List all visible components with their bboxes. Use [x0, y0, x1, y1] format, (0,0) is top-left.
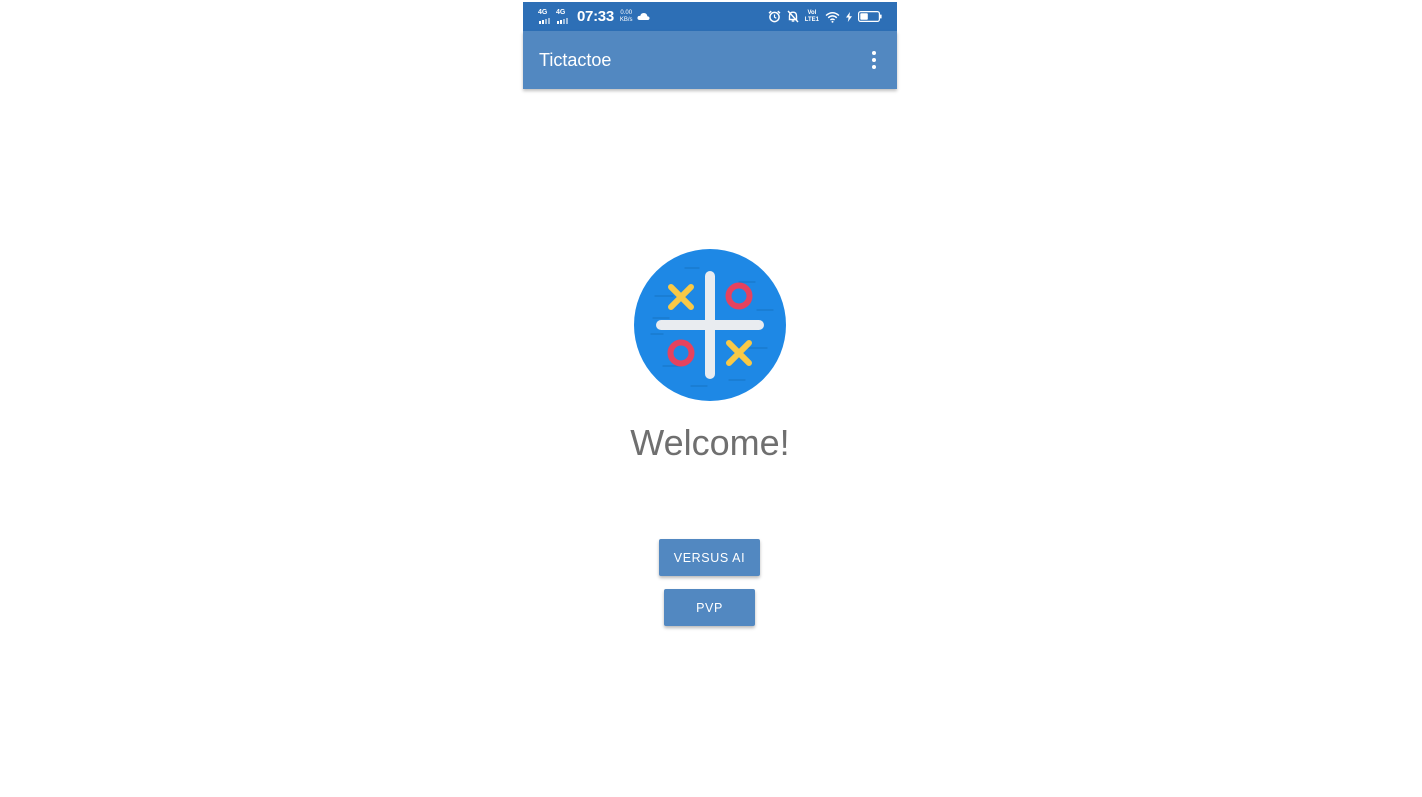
- pvp-button[interactable]: PVP: [664, 589, 755, 626]
- network-speed: 0.00 KB/s: [620, 10, 633, 24]
- network-type-1: 4G: [538, 8, 548, 16]
- status-left: 4G 4G 07:33 0.00 KB/s: [538, 2, 650, 31]
- status-right: Vol LTE1: [768, 2, 882, 31]
- dnd-icon: [787, 10, 799, 23]
- more-vert-icon[interactable]: [862, 48, 886, 72]
- volte-top: Vol: [807, 9, 817, 16]
- cloud-icon: [636, 13, 650, 20]
- network-type-2: 4G: [556, 8, 566, 16]
- network-speed-value: 0.00: [620, 9, 633, 16]
- network-speed-unit: KB/s: [619, 16, 633, 23]
- wifi-icon: [825, 11, 840, 23]
- volte-bottom: LTE1: [804, 16, 819, 23]
- screen: 4G 4G 07:33 0.00 KB/s Vol LTE1 Tictactoe…: [0, 0, 1422, 797]
- app-title: Tictactoe: [539, 50, 612, 70]
- tictactoe-logo-icon: [634, 249, 786, 401]
- welcome-heading: Welcome!: [630, 422, 790, 463]
- versus-ai-button[interactable]: VERSUS AI: [659, 539, 760, 576]
- phone-screen: 4G 4G 07:33 0.00 KB/s Vol LTE1 Tictactoe…: [523, 2, 897, 797]
- volte-indicator: Vol LTE1: [805, 10, 819, 24]
- network-signal-2-icon: 4G: [556, 9, 570, 25]
- network-signal-1-icon: 4G: [538, 9, 552, 25]
- status-clock: 07:33: [577, 8, 614, 25]
- alarm-icon: [768, 10, 781, 23]
- status-bar: 4G 4G 07:33 0.00 KB/s Vol LTE1: [523, 2, 897, 31]
- app-bar: Tictactoe: [523, 31, 897, 89]
- charging-icon: [846, 11, 852, 22]
- battery-icon: [858, 11, 882, 22]
